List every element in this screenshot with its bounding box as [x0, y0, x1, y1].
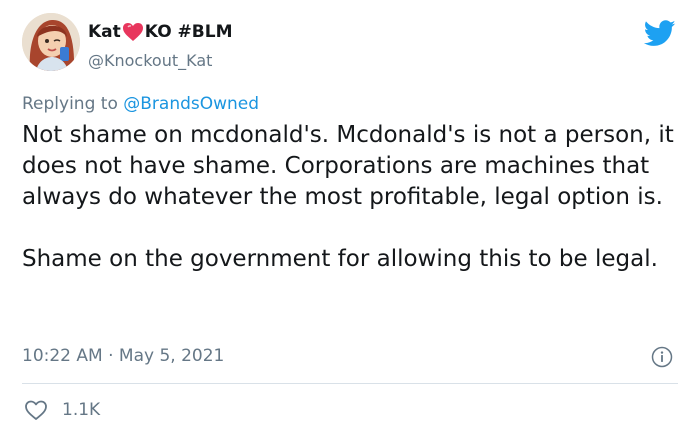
user-handle[interactable]: @Knockout_Kat [88, 51, 212, 70]
tweet-text: Not shame on mcdonald's. Mcdonald's is n… [22, 120, 682, 275]
heart-emoji-icon [122, 22, 144, 42]
like-count: 1.1K [62, 400, 101, 420]
twitter-bird-icon[interactable] [644, 20, 676, 47]
avatar[interactable] [22, 13, 80, 71]
heart-outline-icon[interactable] [24, 399, 48, 421]
display-name[interactable]: Kat KO #BLM [88, 22, 233, 42]
divider [22, 383, 678, 384]
display-name-part2: KO #BLM [144, 22, 233, 42]
tweet-timestamp[interactable]: 10:22 AM · May 5, 2021 [22, 346, 224, 366]
tweet-card: Kat KO #BLM @Knockout_Kat Replying to @B… [0, 0, 700, 439]
info-icon[interactable] [651, 346, 673, 368]
display-name-part1: Kat [88, 22, 121, 42]
replying-to-prefix: Replying to [22, 94, 118, 114]
replying-to-handle-link[interactable]: @BrandsOwned [123, 94, 259, 114]
tweet-paragraph-1: Not shame on mcdonald's. Mcdonald's is n… [22, 122, 674, 210]
replying-to: Replying to @BrandsOwned [22, 94, 259, 114]
avatar-image [22, 13, 80, 71]
tweet-paragraph-2: Shame on the government for allowing thi… [22, 246, 658, 272]
like-button[interactable]: 1.1K [24, 399, 100, 421]
